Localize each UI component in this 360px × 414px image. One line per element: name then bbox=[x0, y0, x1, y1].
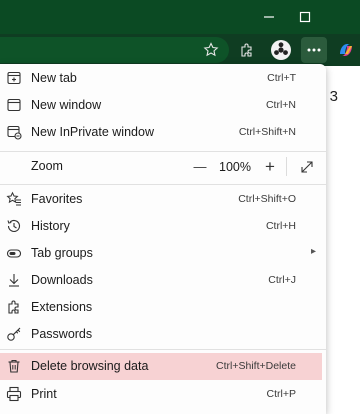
menu-item-shortcut: Ctrl+P bbox=[266, 388, 296, 400]
menu-item-label: New window bbox=[31, 98, 102, 112]
menu-item-print[interactable]: Print Ctrl+P bbox=[0, 381, 326, 408]
menu-item-label: Delete browsing data bbox=[31, 359, 149, 373]
menu-item-label: Tab groups bbox=[31, 246, 93, 260]
zoom-value: 100% bbox=[216, 153, 254, 180]
profile-avatar-icon bbox=[271, 40, 291, 60]
copilot-icon bbox=[340, 44, 352, 56]
extensions-icon bbox=[241, 43, 252, 57]
menu-item-shortcut: Ctrl+H bbox=[265, 220, 296, 232]
menu-item-label: New InPrivate window bbox=[31, 125, 154, 139]
more-menu-button[interactable] bbox=[301, 37, 327, 63]
favorite-star-icon bbox=[203, 42, 219, 57]
key-icon bbox=[7, 327, 21, 341]
new-tab-icon bbox=[7, 71, 21, 85]
menu-separator bbox=[0, 184, 326, 185]
zoom-in-icon: + bbox=[265, 156, 275, 176]
menu-item-new-inprivate-window[interactable]: New InPrivate window Ctrl+Shift+N bbox=[0, 119, 326, 146]
maximize-button[interactable] bbox=[294, 0, 316, 34]
zoom-out-icon: — bbox=[193, 159, 207, 174]
menu-item-shortcut: Ctrl+N bbox=[265, 99, 296, 111]
title-bar bbox=[0, 0, 360, 34]
menu-item-label: Passwords bbox=[31, 327, 93, 341]
menu-item-label: Extensions bbox=[31, 300, 93, 314]
favorite-star-button[interactable] bbox=[200, 34, 222, 66]
address-bar[interactable] bbox=[0, 37, 229, 63]
tab-groups-icon bbox=[6, 249, 22, 258]
menu-item-history[interactable]: History Ctrl+H bbox=[0, 213, 326, 240]
browser-menu: New tab Ctrl+T New window Ctrl+N New InP… bbox=[0, 64, 326, 414]
menu-item-shortcut: Ctrl+Shift+N bbox=[238, 126, 296, 138]
print-icon bbox=[6, 386, 22, 402]
menu-separator bbox=[0, 151, 326, 152]
maximize-icon bbox=[299, 11, 311, 23]
menu-item-new-window[interactable]: New window Ctrl+N bbox=[0, 92, 326, 119]
submenu-arrow-icon: ▸ bbox=[310, 246, 316, 257]
zoom-label: Zoom bbox=[31, 159, 63, 173]
menu-item-shortcut: Ctrl+J bbox=[268, 274, 296, 286]
copilot-button[interactable] bbox=[334, 34, 358, 66]
extensions-icon bbox=[8, 300, 19, 314]
zoom-out-button[interactable]: — bbox=[188, 153, 212, 180]
menu-item-extensions[interactable]: Extensions bbox=[0, 294, 326, 321]
minimize-icon bbox=[264, 16, 274, 18]
menu-item-passwords[interactable]: Passwords bbox=[0, 321, 326, 348]
menu-item-shortcut: Ctrl+Shift+Delete bbox=[216, 360, 296, 372]
trash-icon bbox=[8, 359, 20, 373]
history-icon bbox=[7, 219, 21, 232]
menu-item-delete-browsing-data[interactable]: Delete browsing data Ctrl+Shift+Delete bbox=[0, 353, 322, 380]
inprivate-icon bbox=[7, 125, 22, 140]
menu-item-favorites[interactable]: Favorites Ctrl+Shift+O bbox=[0, 186, 326, 213]
menu-item-zoom: Zoom — 100% + bbox=[0, 153, 326, 180]
zoom-divider bbox=[286, 157, 287, 176]
download-icon bbox=[9, 274, 19, 287]
zoom-in-button[interactable]: + bbox=[258, 153, 282, 180]
new-window-icon bbox=[7, 98, 21, 112]
more-menu-icon bbox=[307, 48, 321, 52]
menu-item-label: New tab bbox=[31, 71, 77, 85]
menu-item-label: Favorites bbox=[31, 192, 83, 206]
menu-item-tab-groups[interactable]: Tab groups ▸ bbox=[0, 240, 326, 267]
minimize-button[interactable] bbox=[258, 0, 280, 34]
menu-item-new-tab[interactable]: New tab Ctrl+T bbox=[0, 65, 326, 92]
fullscreen-icon bbox=[301, 160, 313, 173]
menu-item-downloads[interactable]: Downloads Ctrl+J bbox=[0, 267, 326, 294]
favorites-icon bbox=[6, 191, 21, 206]
extensions-toolbar-button[interactable] bbox=[236, 34, 258, 66]
menu-item-label: History bbox=[31, 219, 70, 233]
menu-item-label: Downloads bbox=[31, 273, 93, 287]
zoom-value-text: 100% bbox=[219, 159, 251, 174]
menu-item-shortcut: Ctrl+Shift+O bbox=[238, 193, 296, 205]
page-partial-text: 3 bbox=[329, 88, 338, 105]
profile-button[interactable] bbox=[268, 34, 294, 66]
menu-item-label: Print bbox=[31, 387, 57, 401]
menu-item-shortcut: Ctrl+T bbox=[267, 72, 296, 84]
menu-separator bbox=[0, 349, 326, 350]
fullscreen-button[interactable] bbox=[295, 153, 319, 180]
